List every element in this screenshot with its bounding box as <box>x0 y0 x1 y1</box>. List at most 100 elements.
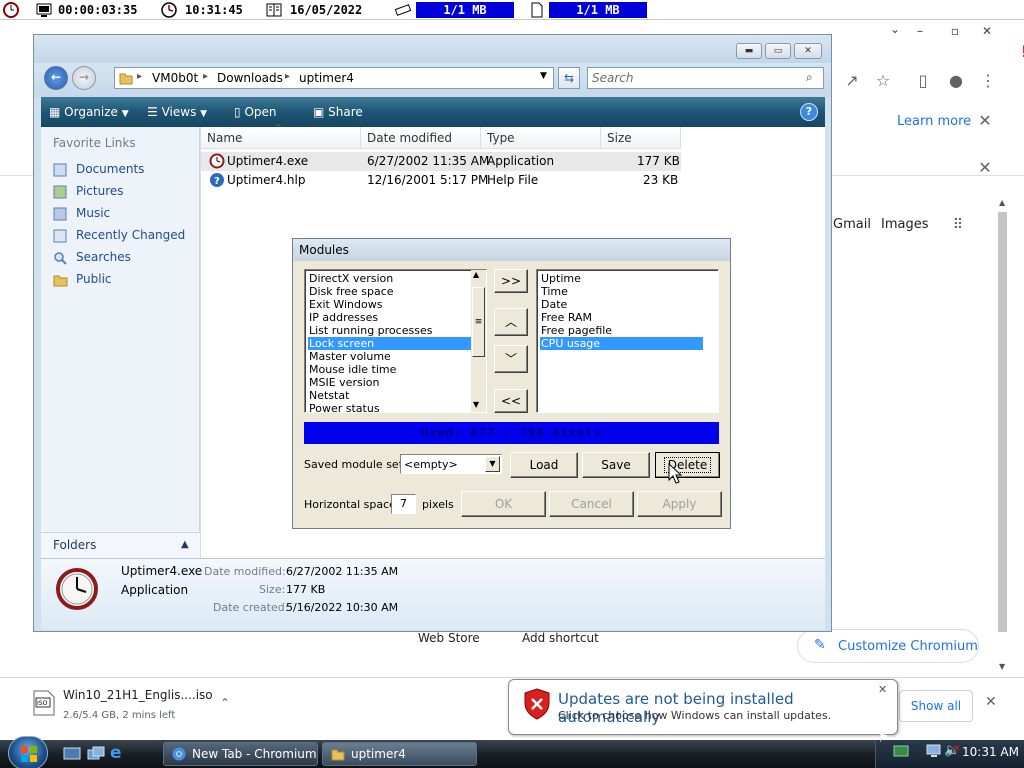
available-list-item[interactable]: Power status <box>308 402 471 415</box>
show-all-button[interactable]: Show all <box>899 690 973 722</box>
modules-title-bar[interactable]: Modules <box>293 239 730 261</box>
delete-button[interactable]: Delete <box>655 452 720 478</box>
file-row[interactable]: ? Uptimer4.hlp 12/16/2001 5:17 PM Help F… <box>201 171 681 190</box>
column-date-modified[interactable]: Date modified <box>361 127 481 149</box>
available-list-item[interactable]: Exit Windows <box>308 298 471 311</box>
images-link[interactable]: Images <box>881 217 929 232</box>
share-icon[interactable]: ↗ <box>842 71 862 91</box>
download-filename[interactable]: Win10_21H1_Englis....iso <box>63 688 213 702</box>
page-scrollbar[interactable]: ▲ ▼ <box>997 198 1009 678</box>
help-icon[interactable]: ? <box>800 103 818 121</box>
active-modules-list[interactable]: Uptime Time Date Free RAM Free pagefile CPU u… <box>536 269 719 413</box>
favorite-recently-changed[interactable]: Recently Changed <box>53 225 185 245</box>
active-list-item[interactable]: Free RAM <box>540 311 703 324</box>
organize-button[interactable]: ▦ Organize ▼ <box>49 97 129 127</box>
forward-arrow-icon[interactable]: → <box>72 66 96 90</box>
available-list-item[interactable]: Mouse idle time <box>308 363 471 376</box>
apps-grid-icon[interactable]: ⠿ <box>948 215 968 235</box>
back-arrow-icon[interactable]: ← <box>44 66 68 90</box>
ok-button[interactable]: OK <box>461 491 546 517</box>
available-list-item[interactable]: MSIE version <box>308 376 471 389</box>
tray-monitor-icon[interactable] <box>926 743 942 759</box>
chromium-extension-icon[interactable]: ! <box>1014 42 1024 62</box>
search-icon[interactable]: ⌕ <box>806 70 813 85</box>
views-button[interactable]: ☰ Views ▼ <box>147 97 207 127</box>
switch-windows-icon[interactable] <box>87 745 105 763</box>
breadcrumb-downloads[interactable]: Downloads <box>217 71 283 85</box>
chromium-maximize-button[interactable]: ▫ <box>940 22 970 40</box>
available-list-item[interactable]: Netstat <box>308 389 471 402</box>
available-list-item[interactable]: IP addresses <box>308 311 471 324</box>
web-store-shortcut[interactable]: Web Store <box>418 631 480 645</box>
breadcrumb-vm0b0t[interactable]: VM0b0t <box>152 71 198 85</box>
active-list-item[interactable]: Uptime <box>540 272 703 285</box>
favorite-public[interactable]: Public <box>53 269 112 289</box>
refresh-icon[interactable]: ⇆ <box>558 67 580 89</box>
taskbar-clock[interactable]: 10:31 AM <box>962 745 1019 759</box>
explorer-close-button[interactable]: ✕ <box>794 43 822 59</box>
add-shortcut[interactable]: Add shortcut <box>522 631 599 645</box>
active-list-item[interactable]: Date <box>540 298 703 311</box>
add-module-button[interactable]: >> <box>494 269 528 293</box>
update-notification[interactable]: Updates are not being installed automati… <box>508 679 898 735</box>
saved-sets-select[interactable]: <empty> ▼ <box>400 454 502 474</box>
tray-network-icon[interactable] <box>893 743 909 759</box>
notification-close-icon[interactable]: ✕ <box>878 683 887 696</box>
favorite-music[interactable]: Music <box>53 203 110 223</box>
column-type[interactable]: Type <box>481 127 601 149</box>
available-list-item[interactable]: Disk free space <box>308 285 471 298</box>
move-up-button[interactable]: ︿ <box>494 308 528 336</box>
explorer-maximize-button[interactable]: ▭ <box>765 43 791 59</box>
save-button[interactable]: Save <box>582 452 650 478</box>
internet-explorer-icon[interactable]: e <box>110 743 122 763</box>
favorite-pictures[interactable]: Pictures <box>53 181 124 201</box>
taskbar-uptimer4[interactable]: uptimer4 <box>322 742 477 766</box>
download-menu-chevron-icon[interactable]: ⌃ <box>220 696 230 710</box>
bookmark-star-icon[interactable]: ☆ <box>873 71 893 91</box>
spacer-input[interactable]: 7 <box>391 494 416 514</box>
load-button[interactable]: Load <box>510 452 578 478</box>
scroll-up-icon[interactable]: ▲ <box>473 270 479 279</box>
open-button[interactable]: ▯ Open <box>234 97 277 127</box>
profile-avatar-icon[interactable]: ● <box>946 71 966 91</box>
available-list-item[interactable]: DirectX version <box>308 272 471 285</box>
available-list-item[interactable]: List running processes <box>308 324 471 337</box>
active-list-item[interactable]: Time <box>540 285 703 298</box>
tray-flag-icon[interactable]: ⚑ <box>878 731 889 745</box>
folders-toggle[interactable]: Folders ▲ <box>41 532 200 558</box>
scroll-down-icon[interactable]: ▼ <box>473 400 479 409</box>
breadcrumb-uptimer4[interactable]: uptimer4 <box>299 71 354 85</box>
available-list-item[interactable]: Lock screen <box>308 337 471 350</box>
dropdown-arrow-icon[interactable]: ▼ <box>485 456 500 472</box>
favorite-searches[interactable]: Searches <box>53 247 131 267</box>
share-button[interactable]: ▣ Share <box>313 97 363 127</box>
file-row[interactable]: Uptimer4.exe 6/27/2002 11:35 AM Applicat… <box>201 152 681 171</box>
available-modules-list[interactable]: DirectX version Disk free space Exit Windo… <box>304 269 487 415</box>
explorer-title-bar[interactable]: ▬ ▭ ✕ <box>34 35 831 63</box>
address-dropdown-icon[interactable]: ▼ <box>540 71 547 81</box>
download-shelf-close-icon[interactable]: ✕ <box>985 694 997 710</box>
side-panel-icon[interactable]: ▯ <box>913 71 933 91</box>
search-input[interactable]: Search <box>587 67 824 89</box>
start-button[interactable] <box>8 736 48 768</box>
chromium-close-button[interactable]: ✕ <box>972 22 1002 40</box>
available-list-item[interactable]: Master volume <box>308 350 471 363</box>
infobar-close-icon[interactable]: ✕ <box>975 111 995 131</box>
gmail-link[interactable]: Gmail <box>833 217 871 232</box>
available-list-scrollbar[interactable]: ▲ ≡ ▼ <box>471 270 486 412</box>
customize-chromium-button[interactable]: ✎ Customize Chromium <box>797 629 979 663</box>
active-list-item[interactable]: CPU usage <box>540 337 703 350</box>
explorer-minimize-button[interactable]: ▬ <box>736 43 762 59</box>
chromium-menu-icon[interactable]: ⋮ <box>978 71 998 91</box>
active-list-item[interactable]: Free pagefile <box>540 324 703 337</box>
favorite-documents[interactable]: Documents <box>53 159 144 179</box>
move-down-button[interactable]: ﹀ <box>494 345 528 373</box>
cancel-button[interactable]: Cancel <box>549 491 634 517</box>
apply-button[interactable]: Apply <box>637 491 722 517</box>
taskbar-chromium[interactable]: New Tab - Chromium <box>163 742 318 766</box>
learn-more-link[interactable]: Learn more <box>897 114 971 129</box>
column-size[interactable]: Size <box>601 127 681 149</box>
address-bar[interactable]: ▸ VM0b0t ▸ Downloads ▸ uptimer4 ▼ <box>114 67 554 89</box>
scroll-thumb[interactable]: ≡ <box>472 287 485 357</box>
chromium-minimize-button[interactable]: – <box>905 22 935 40</box>
